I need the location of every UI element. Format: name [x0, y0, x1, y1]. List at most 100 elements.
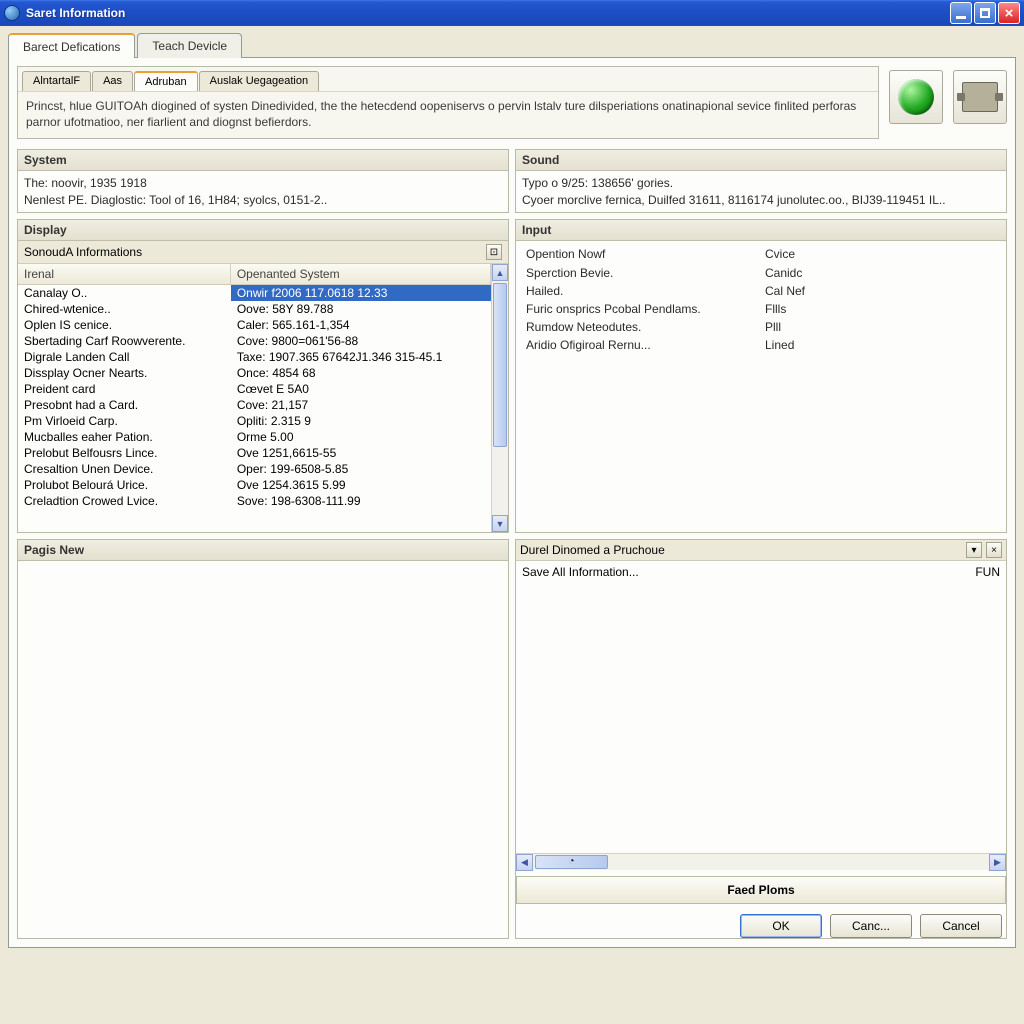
hscroll-track[interactable]: ◔: [533, 854, 989, 870]
window-buttons: ×: [950, 2, 1020, 24]
input-key: Aridio Ofigiroal Rernu...: [522, 336, 761, 354]
display-listview[interactable]: Irenal Openanted System Canalay O..Onwir…: [18, 264, 491, 532]
cell-name: Oplen IS cenice.: [18, 317, 231, 333]
close-button[interactable]: ×: [998, 2, 1020, 24]
canc-button[interactable]: Canc...: [830, 914, 912, 938]
cell-name: Prolubot Belourá Urice.: [18, 477, 231, 493]
column-irenal[interactable]: Irenal: [18, 264, 231, 284]
table-row[interactable]: Presobnt had a Card.Cove: 21,157: [18, 397, 491, 413]
list-item[interactable]: Hailed.Cal Nef: [522, 282, 1000, 300]
sound-line-1: Typo o 9/25: 138656' gories.: [522, 175, 1000, 191]
cell-name: Cresaltion Unen Device.: [18, 461, 231, 477]
display-subheader: SonoudA Informations ⊡: [18, 241, 508, 264]
table-row[interactable]: Mucballes eaher Pation.Orme 5.00: [18, 429, 491, 445]
table-row[interactable]: Canalay O..Onwir f2006 117.0618 12.33: [18, 285, 491, 301]
pagis-panel: Pagis New: [17, 539, 509, 939]
durel-close-button[interactable]: ×: [986, 542, 1002, 558]
input-body: Opention NowfCviceSperction Bevie.Canidc…: [516, 241, 1006, 358]
sub-tabs: AlntartalF Aas Adruban Auslak Uegageatio…: [18, 67, 878, 91]
durel-panel: Durel Dinomed a Pruchoue ▾ × Save All In…: [515, 539, 1007, 939]
cell-value: Caler: 565.161-1,354: [231, 317, 491, 333]
display-sub-label: SonoudA Informations: [24, 245, 142, 259]
table-row[interactable]: Creladtion Crowed Lvice.Sove: 198-6308-1…: [18, 493, 491, 509]
column-operated-system[interactable]: Openanted System: [231, 264, 491, 284]
subtab-alntartalf[interactable]: AlntartalF: [22, 71, 91, 91]
input-value: Fllls: [761, 300, 1000, 318]
table-row[interactable]: Digrale Landen CallTaxe: 1907.365 67642J…: [18, 349, 491, 365]
tab-barect-defications[interactable]: Barect Defications: [8, 33, 135, 58]
cell-name: Canalay O..: [18, 285, 231, 301]
list-item[interactable]: Furic onsprics Pcobal Pendlams.Fllls: [522, 300, 1000, 318]
titlebar[interactable]: Saret Information ×: [0, 0, 1024, 26]
hscroll-left-button[interactable]: ◀: [516, 854, 533, 871]
cell-name: Mucballes eaher Pation.: [18, 429, 231, 445]
cell-name: Pm Virloeid Carp.: [18, 413, 231, 429]
cell-name: Digrale Landen Call: [18, 349, 231, 365]
table-row[interactable]: Preident cardCœvet E 5A0: [18, 381, 491, 397]
cell-value: Oove: 58Y 89.788: [231, 301, 491, 317]
sound-panel: Sound Typo o 9/25: 138656' gories. Cyoer…: [515, 149, 1007, 213]
input-key: Furic onsprics Pcobal Pendlams.: [522, 300, 761, 318]
table-row[interactable]: Dissplay Ocner Nearts.Once: 4854 68: [18, 365, 491, 381]
cell-name: Sbertading Carf Roowverente.: [18, 333, 231, 349]
durel-dropdown-button[interactable]: ▾: [966, 542, 982, 558]
maximize-button[interactable]: [974, 2, 996, 24]
device-icon: [962, 82, 998, 112]
input-key: Opention Nowf: [522, 245, 761, 263]
scroll-up-button[interactable]: ▲: [492, 264, 508, 281]
minimize-button[interactable]: [950, 2, 972, 24]
input-header: Input: [516, 220, 1006, 241]
list-item[interactable]: Opention NowfCvice: [522, 245, 1000, 263]
client-area: Barect Defications Teach Devicle Alntart…: [0, 26, 1024, 1024]
tab-teach-devicle[interactable]: Teach Devicle: [137, 33, 242, 58]
list-item[interactable]: Aridio Ofigiroal Rernu...Lined: [522, 336, 1000, 354]
subtab-aas[interactable]: Aas: [92, 71, 133, 91]
durel-hscrollbar[interactable]: ◀ ◔ ▶: [516, 853, 1006, 870]
cell-name: Chired-wtenice..: [18, 301, 231, 317]
input-value: Cal Nef: [761, 282, 1000, 300]
table-row[interactable]: Prelobut Belfousrs Lince.Ove 1251,6615-5…: [18, 445, 491, 461]
save-all-row[interactable]: Save All Information... FUN: [516, 561, 1006, 583]
display-scrollbar[interactable]: ▲ ▼: [491, 264, 508, 532]
pagis-body: [18, 561, 508, 569]
cell-value: Once: 4854 68: [231, 365, 491, 381]
subtab-adruban[interactable]: Adruban: [134, 71, 198, 91]
ok-button[interactable]: OK: [740, 914, 822, 938]
table-row[interactable]: Cresaltion Unen Device.Oper: 199-6508-5.…: [18, 461, 491, 477]
faed-ploms-button[interactable]: Faed Ploms: [516, 876, 1006, 904]
list-item[interactable]: Sperction Bevie.Canidc: [522, 264, 1000, 282]
cell-name: Preident card: [18, 381, 231, 397]
table-row[interactable]: Chired-wtenice..Oove: 58Y 89.788: [18, 301, 491, 317]
cancel-button[interactable]: Cancel: [920, 914, 1002, 938]
table-row[interactable]: Prolubot Belourá Urice.Ove 1254.3615 5.9…: [18, 477, 491, 493]
durel-body: [516, 583, 1006, 853]
display-expand-button[interactable]: ⊡: [486, 244, 502, 260]
scroll-thumb[interactable]: [493, 283, 507, 447]
scroll-down-button[interactable]: ▼: [492, 515, 508, 532]
icon-buttons: [889, 66, 1007, 124]
globe-button[interactable]: [889, 70, 943, 124]
cell-value: Opliti: 2.315 9: [231, 413, 491, 429]
save-all-label: Save All Information...: [522, 565, 975, 579]
scroll-track[interactable]: [492, 281, 508, 515]
description-text: Princst, hlue GUITOAh diogined of systen…: [18, 91, 878, 138]
device-button[interactable]: [953, 70, 1007, 124]
input-key: Hailed.: [522, 282, 761, 300]
table-row[interactable]: Sbertading Carf Roowverente.Cove: 9800=0…: [18, 333, 491, 349]
save-all-value: FUN: [975, 565, 1000, 579]
list-item[interactable]: Rumdow Neteodutes.Plll: [522, 318, 1000, 336]
table-row[interactable]: Pm Virloeid Carp.Opliti: 2.315 9: [18, 413, 491, 429]
input-value: Plll: [761, 318, 1000, 336]
dialog-button-row: OK Canc... Cancel: [516, 914, 1006, 938]
subtab-auslak[interactable]: Auslak Uegageation: [199, 71, 319, 91]
hscroll-thumb-icon: ◔: [536, 856, 607, 867]
input-value: Canidc: [761, 264, 1000, 282]
pagis-header: Pagis New: [18, 540, 508, 561]
table-row[interactable]: Oplen IS cenice.Caler: 565.161-1,354: [18, 317, 491, 333]
hscroll-right-button[interactable]: ▶: [989, 854, 1006, 871]
info-tabs-box: AlntartalF Aas Adruban Auslak Uegageatio…: [17, 66, 879, 139]
system-line-2: Nenlest PE. Diaglostic: Tool of 16, 1H84…: [24, 192, 502, 208]
display-panel: Display SonoudA Informations ⊡ Irenal Op…: [17, 219, 509, 533]
hscroll-thumb[interactable]: ◔: [535, 855, 608, 869]
cell-value: Cove: 21,157: [231, 397, 491, 413]
